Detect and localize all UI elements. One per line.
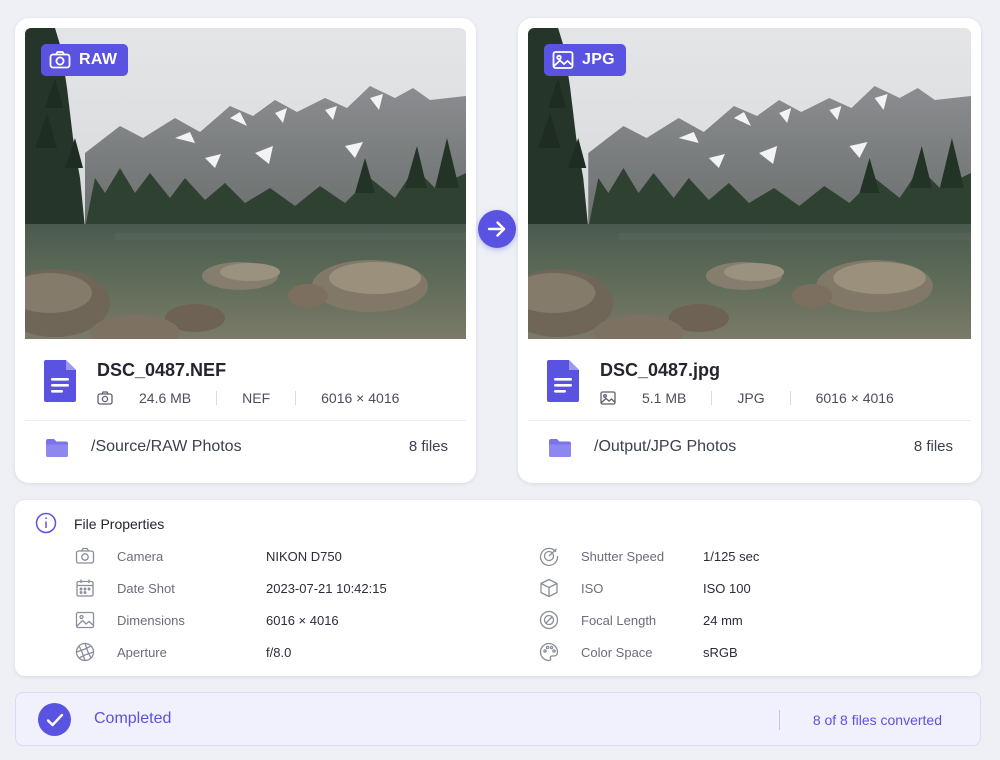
property-label: Camera (117, 548, 164, 564)
property-value: ISO 100 (703, 580, 751, 596)
focal-length-icon (539, 610, 559, 630)
property-value: 2023-07-21 10:42:15 (266, 580, 387, 596)
output-folder-row[interactable]: /Output/JPG Photos 8 files (528, 421, 971, 473)
output-file-format: JPG (737, 390, 765, 406)
property-label: Focal Length (581, 612, 657, 628)
output-folder-count: 8 files (913, 438, 953, 455)
divider (711, 391, 713, 405)
file-properties-panel: File Properties Camera NIKON D750 Date S… (15, 500, 981, 676)
source-file-format: NEF (242, 390, 271, 406)
info-icon (35, 512, 57, 534)
properties-title: File Properties (74, 516, 165, 532)
output-file-dimensions: 6016 × 4016 (815, 390, 894, 406)
output-file-meta: 5.1 MB JPG 6016 × 4016 (600, 390, 894, 406)
document-icon (547, 360, 579, 402)
property-value: 1/125 sec (703, 548, 760, 564)
divider (216, 391, 218, 405)
iso-cube-icon (540, 578, 558, 598)
property-camera: Camera NIKON D750 (75, 545, 515, 567)
output-file-name: DSC_0487.jpg (600, 360, 721, 380)
arrow-right-icon (487, 221, 506, 237)
image-icon (552, 51, 574, 69)
output-folder-path: /Output/JPG Photos (594, 438, 737, 455)
divider (779, 710, 780, 730)
property-iso: ISO ISO 100 (539, 577, 959, 599)
source-file-name: DSC_0487.NEF (97, 360, 227, 380)
folder-icon (549, 439, 571, 457)
output-badge-label: JPG (582, 51, 615, 68)
conversion-status-bar: Completed 8 of 8 files converted (15, 692, 981, 746)
output-card: JPG DSC_0487.jpg 5.1 MB JPG 6016 × 4016 (518, 18, 981, 483)
divider (295, 391, 297, 405)
source-format-badge: RAW (41, 44, 129, 76)
status-count: 8 of 8 files converted (812, 712, 942, 728)
property-value: 24 mm (703, 612, 743, 628)
source-file-size: 24.6 MB (139, 390, 192, 406)
property-shutter-speed: Shutter Speed 1/125 sec (539, 545, 959, 567)
property-value: 6016 × 4016 (266, 612, 339, 628)
source-folder-path: /Source/RAW Photos (91, 438, 242, 455)
property-label: Dimensions (117, 612, 185, 628)
output-file-size: 5.1 MB (642, 390, 687, 406)
property-label: Shutter Speed (581, 548, 665, 564)
image-icon (75, 611, 95, 629)
image-icon (600, 391, 616, 405)
camera-icon (75, 547, 95, 564)
source-preview-image[interactable]: RAW (25, 28, 466, 339)
status-check-badge (38, 703, 71, 736)
source-file-meta: 24.6 MB NEF 6016 × 4016 (97, 390, 399, 406)
output-preview-image[interactable]: JPG (528, 28, 971, 339)
property-aperture: Aperture f/8.0 (75, 641, 515, 663)
property-value: NIKON D750 (266, 548, 342, 564)
source-folder-row[interactable]: /Source/RAW Photos 8 files (25, 421, 466, 473)
property-label: ISO (581, 580, 604, 596)
property-label: Date Shot (117, 580, 175, 596)
source-folder-count: 8 files (408, 438, 448, 455)
property-focal-length: Focal Length 24 mm (539, 609, 959, 631)
document-icon (44, 360, 76, 402)
aperture-icon (75, 642, 95, 662)
checkmark-icon (46, 713, 63, 726)
divider (789, 391, 791, 405)
property-value: f/8.0 (266, 644, 292, 660)
camera-icon (49, 51, 71, 69)
shutter-icon (539, 547, 559, 566)
output-file-info: DSC_0487.jpg 5.1 MB JPG 6016 × 4016 (528, 339, 971, 421)
output-format-badge: JPG (544, 44, 626, 76)
property-label: Color Space (581, 644, 653, 660)
camera-icon (97, 391, 113, 405)
source-file-info: DSC_0487.NEF 24.6 MB NEF 6016 × 4016 (25, 339, 466, 421)
calendar-icon (76, 579, 94, 597)
property-color-space: Color Space sRGB (539, 641, 959, 663)
property-value: sRGB (703, 644, 738, 660)
property-dimensions: Dimensions 6016 × 4016 (75, 609, 515, 631)
palette-icon (539, 642, 559, 662)
property-date-shot: Date Shot 2023-07-21 10:42:15 (75, 577, 515, 599)
source-file-dimensions: 6016 × 4016 (321, 390, 400, 406)
folder-icon (46, 439, 68, 457)
source-badge-label: RAW (79, 51, 118, 68)
property-label: Aperture (117, 644, 167, 660)
convert-arrow-button[interactable] (478, 210, 516, 248)
source-card: RAW DSC_0487.NEF 24.6 MB NEF 6016 × 4016 (15, 18, 476, 483)
status-label: Completed (94, 710, 172, 727)
